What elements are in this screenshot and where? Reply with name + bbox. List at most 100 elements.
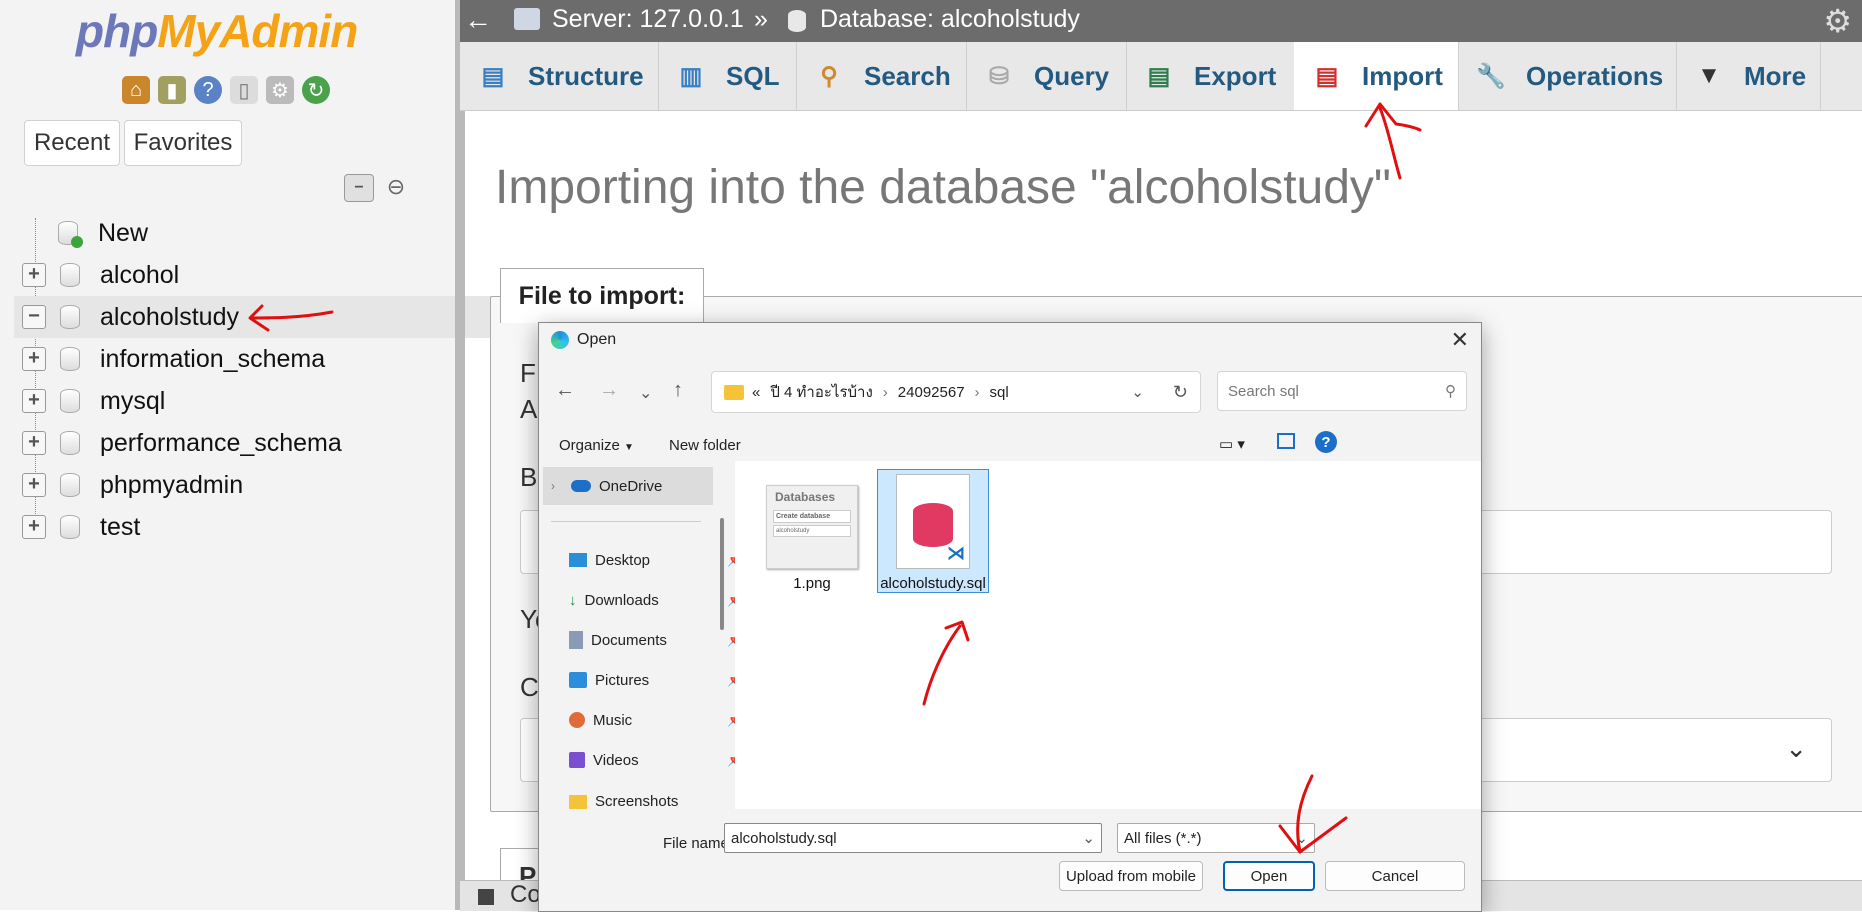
open-file-dialog: Open ✕ ← → ⌄ ↑ « ปี 4 ทำอะไรบ้าง › 24092… xyxy=(538,322,1482,912)
preview-pane-icon[interactable] xyxy=(1277,433,1295,449)
tab-label: Search xyxy=(864,60,951,91)
tab-operations[interactable]: 🔧 Operations xyxy=(1458,42,1677,110)
tree-item-label: phpmyadmin xyxy=(100,470,244,499)
breadcrumb-folder[interactable]: ปี 4 ทำอะไรบ้าง xyxy=(770,380,872,404)
tree-controls: − ⊖ xyxy=(344,174,410,202)
organize-label: Organize xyxy=(559,437,620,454)
upload-from-mobile-button[interactable]: Upload from mobile xyxy=(1059,861,1203,891)
tab-sql[interactable]: ▥ SQL xyxy=(658,42,797,110)
expand-icon[interactable]: + xyxy=(22,347,46,371)
expand-icon[interactable]: + xyxy=(22,389,46,413)
reload-icon[interactable]: ↻ xyxy=(302,76,330,104)
database-icon xyxy=(913,503,953,547)
tab-structure[interactable]: ▤ Structure xyxy=(460,42,659,110)
view-options-icon[interactable]: ▭ ▾ xyxy=(1219,435,1245,453)
wrench-icon: 🔧 xyxy=(1476,62,1506,90)
breadcrumb-database[interactable]: Database: alcoholstudy xyxy=(820,5,1080,34)
favorites-button[interactable]: Favorites xyxy=(124,120,242,166)
nav-label: Pictures xyxy=(595,671,650,689)
file-type-value: All files (*.*) xyxy=(1124,829,1202,847)
tab-label: Operations xyxy=(1526,60,1664,91)
chevron-right-icon: › xyxy=(974,383,980,401)
logout-icon[interactable]: ▮ xyxy=(158,76,186,104)
nav-documents[interactable]: Documents 📌 xyxy=(569,625,743,655)
breadcrumb-folder[interactable]: 24092567 xyxy=(898,384,965,401)
tab-import[interactable]: ▤ Import xyxy=(1294,42,1459,110)
file-name-field[interactable]: alcoholstudy.sql ⌄ xyxy=(724,823,1102,853)
expand-icon[interactable]: + xyxy=(22,263,46,287)
desktop-icon xyxy=(569,553,587,567)
open-button[interactable]: Open xyxy=(1223,861,1315,891)
expand-icon[interactable]: + xyxy=(22,473,46,497)
expand-icon[interactable]: + xyxy=(22,515,46,539)
phpmyadmin-logo[interactable]: phpMyAdmin xyxy=(76,4,358,58)
breadcrumb-prefix: « xyxy=(752,383,761,401)
collapse-icon[interactable]: − xyxy=(22,305,46,329)
nav-label: Music xyxy=(593,711,633,729)
nav-onedrive[interactable]: › OneDrive xyxy=(551,471,662,501)
chevron-down-icon: ⌄ xyxy=(1295,830,1308,847)
videos-icon xyxy=(569,752,585,768)
new-database-icon xyxy=(58,221,83,248)
nav-downloads[interactable]: ↓ Downloads 📌 xyxy=(569,585,743,615)
tab-search[interactable]: ⚲ Search xyxy=(796,42,967,110)
nav-music[interactable]: Music 📌 xyxy=(569,705,743,735)
music-icon xyxy=(569,712,585,728)
chevron-right-icon: › xyxy=(551,479,555,493)
breadcrumb-bar: ← Server: 127.0.0.1 » Database: alcohols… xyxy=(460,0,1862,42)
import-icon: ▤ xyxy=(1315,62,1339,90)
nav-pictures[interactable]: Pictures 📌 xyxy=(569,665,743,695)
database-icon xyxy=(788,10,806,32)
chevron-down-icon: ⌄ xyxy=(1785,733,1807,763)
home-icon[interactable]: ⌂ xyxy=(122,76,150,104)
back-icon[interactable]: ← xyxy=(555,379,575,402)
thumbnail-title: Databases xyxy=(775,490,836,504)
nav-desktop[interactable]: Desktop 📌 xyxy=(569,545,743,575)
breadcrumb-folder[interactable]: sql xyxy=(990,384,1009,401)
tree-item-label: alcohol xyxy=(100,260,180,289)
nav-scrollbar[interactable] xyxy=(720,518,724,630)
help-icon[interactable]: ? xyxy=(194,76,222,104)
console-label: Co xyxy=(510,881,541,908)
up-icon[interactable]: ↑ xyxy=(673,379,683,402)
close-icon[interactable]: ✕ xyxy=(1451,327,1469,353)
search-input[interactable]: Search sql ⚲ xyxy=(1217,371,1467,411)
nav-screenshots[interactable]: Screenshots xyxy=(569,785,678,809)
address-bar[interactable]: « ปี 4 ทำอะไรบ้าง › 24092567 › sql ⌄ ↻ xyxy=(711,371,1201,413)
navigation-pane: › OneDrive Desktop 📌 ↓ Downloads 📌 Docum… xyxy=(539,461,743,809)
help-icon[interactable]: ? xyxy=(1315,431,1337,453)
sidebar-resize-handle[interactable] xyxy=(455,0,465,910)
export-icon: ▤ xyxy=(1147,62,1171,90)
tab-label: Export xyxy=(1194,60,1277,91)
collapse-sidebar-icon[interactable]: ← xyxy=(464,4,492,36)
tab-more[interactable]: ▼ More xyxy=(1676,42,1821,110)
link-icon[interactable]: ⊖ xyxy=(382,174,410,200)
file-item-sql[interactable]: ⋊ alcoholstudy.sql xyxy=(877,469,989,593)
new-folder-button[interactable]: New folder xyxy=(669,437,741,454)
file-item-png[interactable]: Databases Create database alcoholstudy 1… xyxy=(757,471,867,593)
expand-icon[interactable]: + xyxy=(22,431,46,455)
refresh-icon[interactable]: ↻ xyxy=(1173,382,1188,403)
vscode-icon: ⋊ xyxy=(947,543,965,563)
nav-videos[interactable]: Videos 📌 xyxy=(569,745,743,775)
database-icon xyxy=(60,431,80,455)
settings-icon[interactable]: ⚙ xyxy=(266,76,294,104)
page-title: Importing into the database "alcoholstud… xyxy=(495,161,1391,214)
tab-label: Query xyxy=(1034,60,1110,91)
tab-query[interactable]: ⛁ Query xyxy=(966,42,1127,110)
chevron-down-icon[interactable]: ⌄ xyxy=(1131,383,1144,401)
docs-icon[interactable]: ▯ xyxy=(230,76,258,104)
database-icon xyxy=(60,389,80,413)
breadcrumb-server[interactable]: Server: 127.0.0.1 xyxy=(552,5,744,34)
gear-icon[interactable]: ⚙ xyxy=(1823,2,1852,40)
forward-icon[interactable]: → xyxy=(599,379,619,402)
recent-button[interactable]: Recent xyxy=(24,120,120,166)
cancel-button[interactable]: Cancel xyxy=(1325,861,1465,891)
organize-menu[interactable]: Organize ▼ xyxy=(559,437,634,454)
file-type-select[interactable]: All files (*.*) ⌄ xyxy=(1117,823,1315,853)
collapse-all-icon[interactable]: − xyxy=(344,174,374,202)
recent-locations-icon[interactable]: ⌄ xyxy=(639,383,652,403)
tab-export[interactable]: ▤ Export xyxy=(1126,42,1295,110)
chevron-down-icon[interactable]: ⌄ xyxy=(1082,829,1095,847)
file-name-value: alcoholstudy.sql xyxy=(731,829,837,847)
